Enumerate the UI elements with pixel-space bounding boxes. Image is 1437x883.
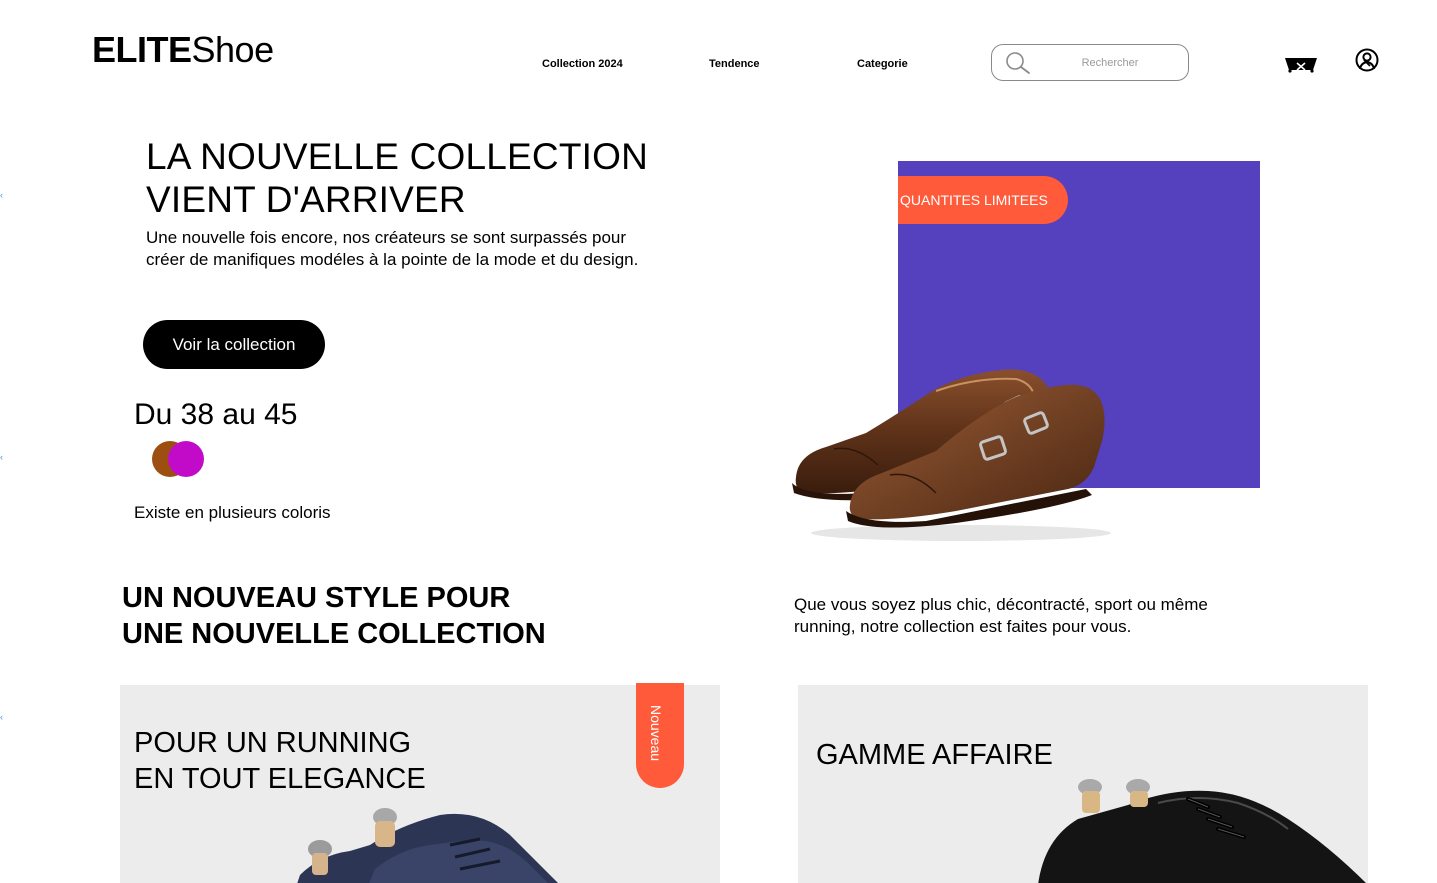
business-card[interactable]: GAMME AFFAIRE: [798, 685, 1368, 883]
edge-marker: ‹: [0, 452, 3, 462]
section-title: UN NOUVEAU STYLE POUR UNE NOUVELLE COLLE…: [122, 580, 546, 652]
color-swatch-magenta[interactable]: [168, 441, 204, 477]
logo[interactable]: ELITEShoe: [92, 30, 274, 70]
section-description: Que vous soyez plus chic, décontracté, s…: [794, 595, 1208, 636]
user-icon[interactable]: [1355, 48, 1379, 72]
running-card-title-line1: POUR UN RUNNING: [134, 727, 412, 759]
business-card-title: GAMME AFFAIRE: [816, 739, 1053, 771]
size-range: Du 38 au 45: [134, 398, 298, 431]
running-card-title: POUR UN RUNNING EN TOUT ELEGANCE: [134, 725, 426, 797]
nav-tendence[interactable]: Tendence: [709, 58, 760, 70]
edge-marker: ‹: [0, 712, 3, 722]
brown-monk-shoe-image: [792, 369, 1111, 541]
cart-icon[interactable]: [1284, 55, 1318, 73]
search-input[interactable]: [1040, 53, 1180, 73]
running-card-title-line2: EN TOUT ELEGANCE: [134, 763, 426, 795]
nav-categorie[interactable]: Categorie: [857, 58, 908, 70]
hero-description: Une nouvelle fois encore, nos créateurs …: [146, 228, 639, 269]
hero-title-line2: VIENT D'ARRIVER: [146, 179, 466, 220]
search-icon[interactable]: [1004, 51, 1032, 75]
new-badge: Nouveau: [636, 683, 684, 788]
black-oxford-shoe-image: [1038, 779, 1366, 883]
hero-title: LA NOUVELLE COLLECTION VIENT D'ARRIVER: [146, 135, 648, 221]
hero-title-line1: LA NOUVELLE COLLECTION: [146, 136, 649, 177]
search-bar[interactable]: [991, 44, 1189, 81]
blue-suede-shoe-image: [297, 808, 558, 883]
logo-bold: ELITE: [92, 29, 192, 70]
new-badge-label: Nouveau: [648, 705, 664, 762]
section-title-line2: UNE NOUVELLE COLLECTION: [122, 618, 546, 650]
logo-light: Shoe: [191, 29, 275, 70]
running-card[interactable]: POUR UN RUNNING EN TOUT ELEGANCE: [120, 685, 720, 883]
edge-marker: ‹: [0, 190, 3, 200]
nav-collection-2024[interactable]: Collection 2024: [542, 58, 623, 70]
section-title-line1: UN NOUVEAU STYLE POUR: [122, 582, 511, 614]
view-collection-button[interactable]: Voir la collection: [143, 320, 325, 369]
colors-note: Existe en plusieurs coloris: [134, 503, 331, 522]
limited-quantity-badge: QUANTITES LIMITEES: [898, 176, 1068, 224]
